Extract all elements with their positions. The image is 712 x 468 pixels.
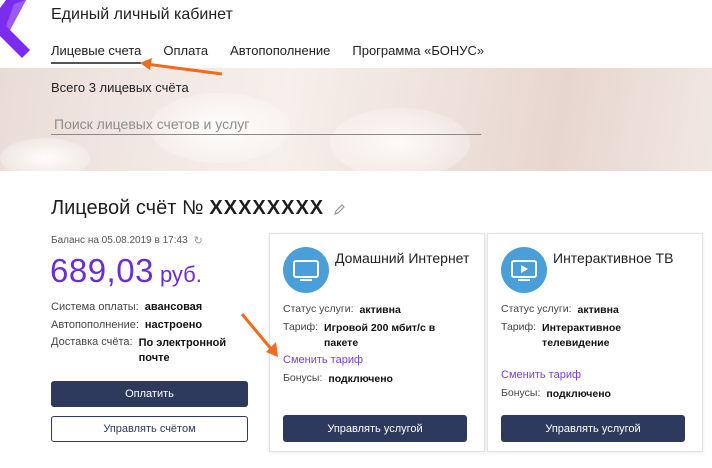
service-tariff-value: Игровой 200 мбит/с в пакете [324,322,436,349]
payment-system-row: Система оплаты: авансовая [51,301,202,313]
balance-amount: 689,03 [50,252,154,289]
app-title: Единый личный кабинет [51,6,233,23]
balance: 689,03 руб. [50,252,202,290]
service-tariff-label: Тариф: [501,321,537,333]
service-bonus-row: Бонусы: подключено [501,387,611,402]
edit-pencil-icon[interactable] [334,203,346,215]
service-tariff-value: Интерактивное телевидение [542,322,622,349]
monitor-icon [283,247,329,293]
change-tariff-link[interactable]: Сменить тариф [283,354,363,366]
payment-system-value: авансовая [144,301,203,313]
account-title: Лицевой счёт № XXXXXXXX [51,197,346,220]
service-card-tv: Интерактивное ТВ Статус услуги: активна … [487,233,703,452]
nav-item-autopay[interactable]: Автопополнение [230,43,330,64]
brand-logo[interactable] [0,0,36,58]
service-tariff-row: Тариф: Игровой 200 мбит/с в пакете [283,321,464,351]
service-title: Домашний Интернет [335,250,470,266]
manage-service-button[interactable]: Управлять услугой [283,415,467,442]
nav-item-bonus-program[interactable]: Программа «БОНУС» [352,43,484,64]
hero-banner: Всего 3 лицевых счёта [0,68,712,178]
service-status-label: Статус услуги: [501,303,572,315]
accounts-count: Всего 3 лицевых счёта [51,80,189,95]
service-status-label: Статус услуги: [283,303,354,315]
delivery-label: Доставка счёта: [51,336,133,348]
annotation-arrow-icon [240,313,278,357]
header: Единый личный кабинет Лицевые счета Опла… [0,0,712,68]
autopay-row: Автопополнение: настроено [51,319,202,331]
account-title-prefix: Лицевой счёт № [51,197,204,219]
service-status-row: Статус услуги: активна [501,303,619,318]
delivery-row: Доставка счёта: По электронной почте [51,336,249,366]
service-bonus-row: Бонусы: подключено [283,372,393,387]
nav-item-accounts[interactable]: Лицевые счета [51,43,142,64]
service-title: Интерактивное ТВ [553,250,674,266]
tv-play-icon [501,247,547,293]
hero-decoration [0,138,90,178]
service-status-row: Статус услуги: активна [283,303,401,318]
main-nav: Лицевые счета Оплата Автопополнение Прог… [51,43,506,64]
manage-service-button[interactable]: Управлять услугой [501,415,685,442]
balance-date: Баланс на 05.08.2019 в 17:43 ↻ [51,234,203,247]
service-tariff-row: Тариф: Интерактивное телевидение [501,321,662,351]
search-input[interactable] [51,113,481,135]
account-number: XXXXXXXX [209,197,325,219]
payment-system-label: Система оплаты: [51,301,139,313]
service-bonus-value: подключено [546,388,611,400]
service-bonus-label: Бонусы: [501,387,541,399]
delivery-value: По электронной почте [138,337,227,364]
pay-button[interactable]: Оплатить [51,381,248,407]
balance-date-text: Баланс на 05.08.2019 в 17:43 [51,235,188,246]
service-bonus-label: Бонусы: [283,372,323,384]
balance-currency: руб. [159,262,202,287]
service-status-value: активна [359,304,401,316]
service-card-internet: Домашний Интернет Статус услуги: активна… [269,233,485,452]
change-tariff-link[interactable]: Сменить тариф [501,369,581,381]
refresh-icon[interactable]: ↻ [194,234,203,247]
annotation-arrow-icon [140,58,223,76]
service-tariff-label: Тариф: [283,321,319,333]
service-status-value: активна [577,304,619,316]
manage-account-button[interactable]: Управлять счётом [51,416,248,442]
service-bonus-value: подключено [328,373,393,385]
autopay-label: Автопополнение: [51,319,139,331]
autopay-value: настроено [144,319,203,331]
